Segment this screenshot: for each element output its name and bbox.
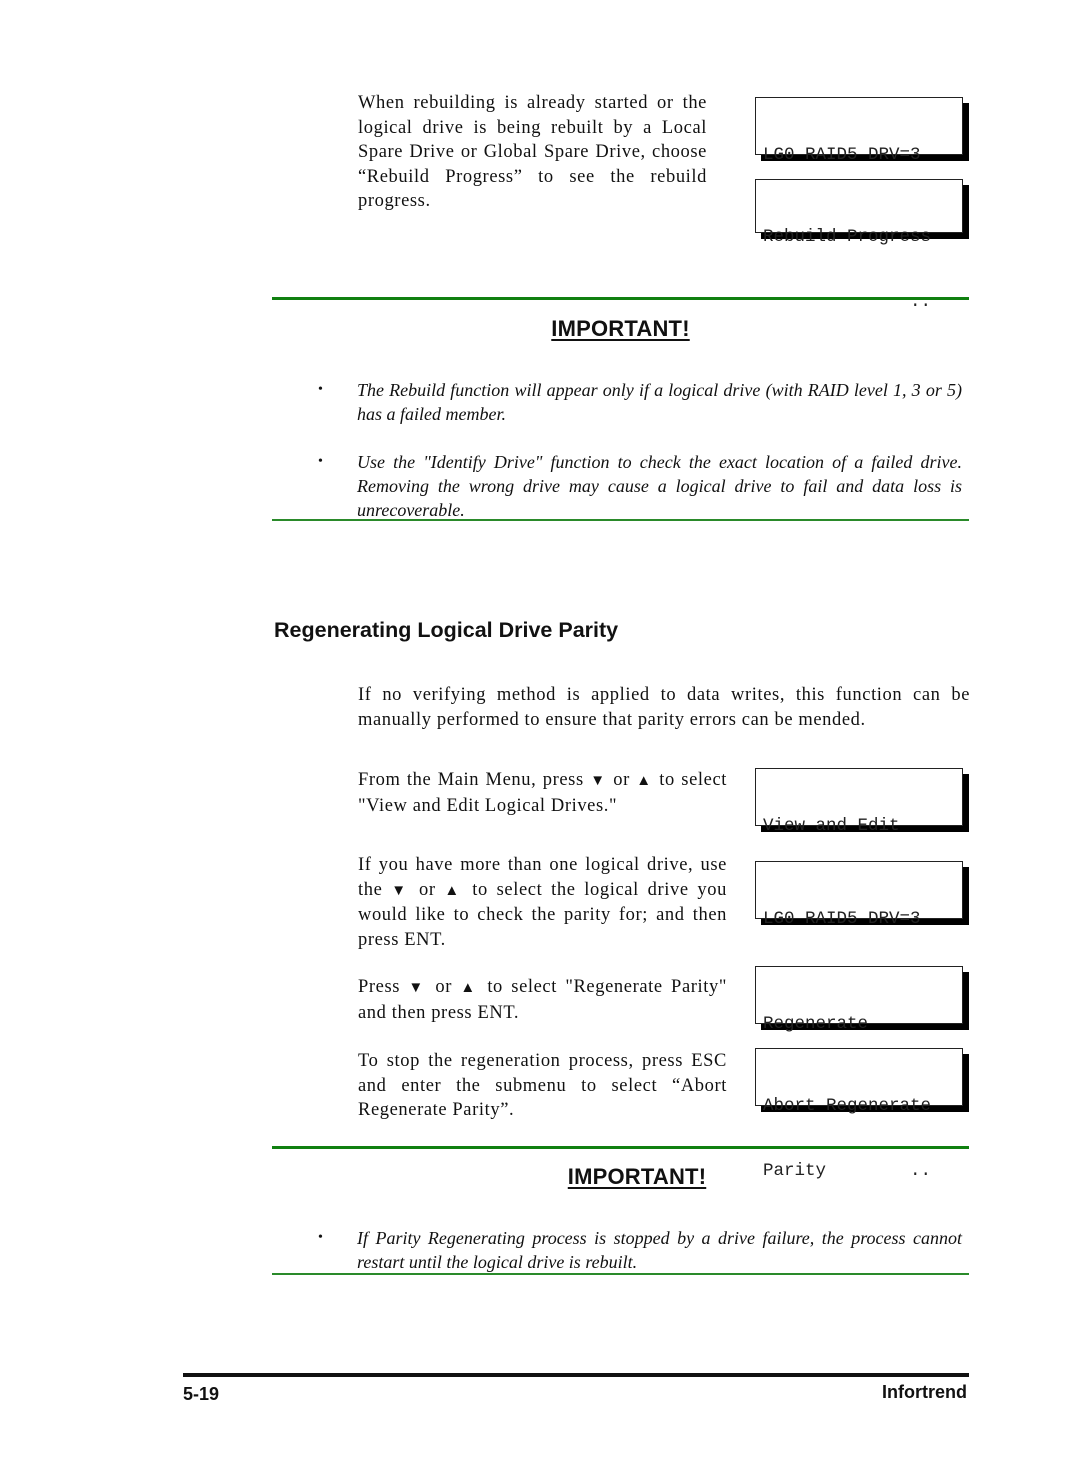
lcd-rebuild-progress: Rebuild Progress .. xyxy=(755,179,963,312)
lcd-line: .. xyxy=(763,291,932,312)
bullet-icon: • xyxy=(318,382,323,397)
rebuild-progress-paragraph: When rebuilding is already started or th… xyxy=(358,93,707,211)
regenerate-intro-paragraph: If no verifying method is applied to dat… xyxy=(358,685,970,730)
step-text: From the Main Menu, press xyxy=(358,770,591,790)
step-text: or xyxy=(427,977,461,997)
up-arrow-icon: ▲ xyxy=(636,773,653,789)
lcd-line: Abort Regenerate xyxy=(763,1096,932,1116)
lcd-regenerate-parity: Regenerate Parity .. xyxy=(755,966,963,1099)
page-number: 5-19 xyxy=(183,1384,220,1404)
lcd-line: Regenerate xyxy=(763,1014,869,1034)
step-select-logical-drive: If you have more than one logical drive,… xyxy=(358,853,727,952)
lcd-line: View and Edit xyxy=(763,816,900,836)
important-bullet-list: • If Parity Regenerating process is stop… xyxy=(312,1226,962,1274)
lcd-line: Rebuild Progress xyxy=(763,227,932,247)
bullet-text: Use the "Identify Drive" function to che… xyxy=(357,452,962,520)
lcd-drive-status-rebuilding: LG0 RAID5 DRV=3 2012MB RB SB=0 xyxy=(755,97,963,230)
important-bullet: • Use the "Identify Drive" function to c… xyxy=(312,450,962,522)
important-title: IMPORTANT! xyxy=(567,1164,707,1189)
important-bottom-rule xyxy=(272,519,969,521)
footer-rule xyxy=(183,1373,969,1377)
bullet-icon: • xyxy=(318,454,323,469)
lcd-line: LG0 RAID5 DRV=3 xyxy=(763,909,921,929)
lcd-drive-status-good: LG0 RAID5 DRV=3 4095MB GD SB=0 xyxy=(755,861,963,994)
important-bullet-list: • The Rebuild function will appear only … xyxy=(312,378,962,522)
step-text: or xyxy=(410,879,445,900)
section-heading: Regenerating Logical Drive Parity xyxy=(274,618,619,642)
important-bottom-rule xyxy=(272,1273,969,1275)
lcd-line: LG0 RAID5 DRV=3 xyxy=(763,145,921,165)
down-arrow-icon: ▼ xyxy=(391,882,411,899)
lcd-abort-regenerate-parity: Abort Regenerate Parity .. xyxy=(755,1048,963,1181)
down-arrow-icon: ▼ xyxy=(590,773,607,789)
brand-name: Infortrend xyxy=(882,1382,967,1402)
bullet-text: The Rebuild function will appear only if… xyxy=(357,380,962,424)
important-title: IMPORTANT! xyxy=(551,316,690,341)
important-bullet: • The Rebuild function will appear only … xyxy=(312,378,962,426)
bullet-icon: • xyxy=(318,1230,323,1245)
step-abort-regenerate: To stop the regeneration process, press … xyxy=(358,1051,727,1120)
step-text: Press xyxy=(358,977,409,997)
bullet-text: If Parity Regenerating process is stoppe… xyxy=(357,1228,962,1272)
important-bullet: • If Parity Regenerating process is stop… xyxy=(312,1226,962,1274)
important-top-rule xyxy=(272,1146,969,1149)
up-arrow-icon: ▲ xyxy=(444,882,464,899)
step-select-regenerate-parity: Press ▼ or ▲ to select "Regenerate Parit… xyxy=(358,975,727,1025)
down-arrow-icon: ▼ xyxy=(408,980,428,996)
lcd-view-edit-logical-drives: View and Edit Logical Drives xyxy=(755,768,963,901)
step-select-view-edit: From the Main Menu, press ▼ or ▲ to sele… xyxy=(358,768,727,818)
step-text: or xyxy=(606,770,637,790)
up-arrow-icon: ▲ xyxy=(460,980,479,996)
important-top-rule xyxy=(272,297,969,300)
